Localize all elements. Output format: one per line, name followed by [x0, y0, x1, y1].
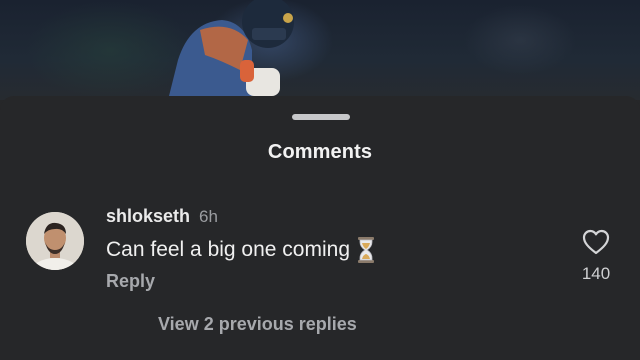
- comments-sheet: Comments shlokseth 6h Can feel a big one…: [0, 96, 640, 360]
- comment-header: shlokseth 6h: [106, 206, 218, 227]
- hourglass-icon: [358, 237, 374, 263]
- sheet-title: Comments: [267, 141, 373, 163]
- heart-icon[interactable]: [582, 229, 610, 255]
- cricket-player-image: [168, 0, 294, 100]
- video-background[interactable]: [0, 0, 640, 100]
- comment-username[interactable]: shlokseth: [106, 206, 190, 227]
- avatar-photo: [26, 212, 84, 270]
- sheet-drag-handle[interactable]: [292, 114, 350, 120]
- comments-screen: Comments shlokseth 6h Can feel a big one…: [0, 0, 640, 360]
- avatar[interactable]: [26, 212, 84, 270]
- comment-timestamp: 6h: [199, 207, 218, 226]
- reply-button[interactable]: Reply: [106, 271, 155, 292]
- view-previous-replies-button[interactable]: View 2 previous replies: [158, 314, 357, 335]
- like-count: 140: [581, 264, 611, 283]
- comment-body: Can feel a big one coming: [106, 236, 376, 264]
- comment-text: Can feel a big one coming: [106, 238, 350, 261]
